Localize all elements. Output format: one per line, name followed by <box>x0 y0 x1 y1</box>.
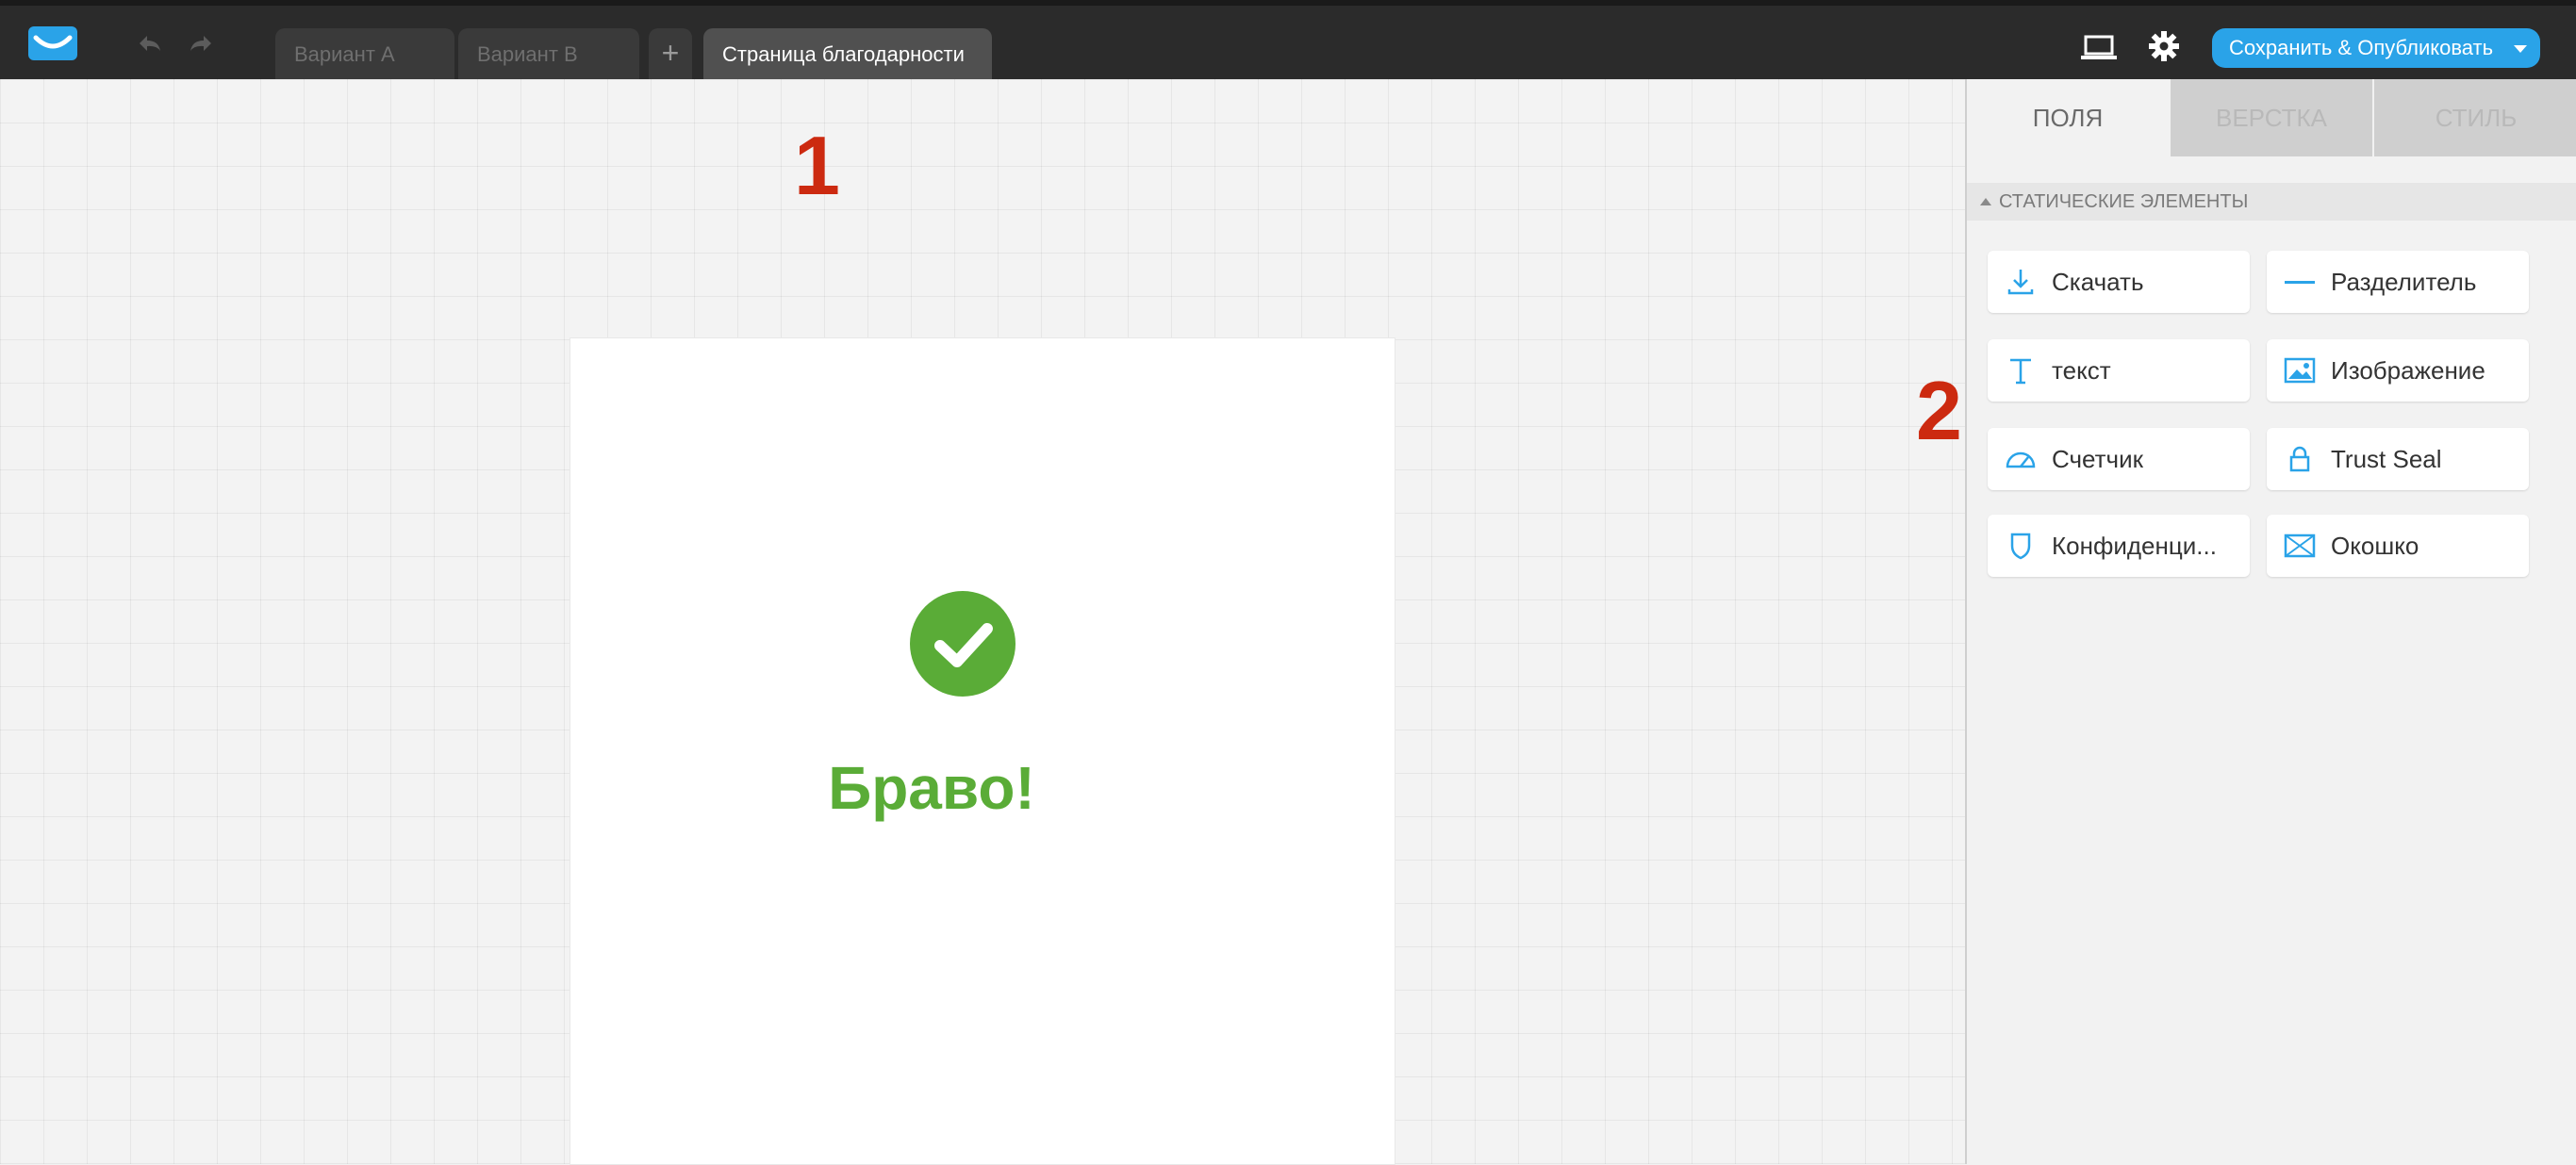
annotation-1: 1 <box>794 119 840 212</box>
element-label: текст <box>2052 356 2111 385</box>
lock-icon <box>2289 446 2310 472</box>
save-publish-button[interactable]: Сохранить & Опубликовать <box>2212 28 2540 68</box>
tab-style[interactable]: СТИЛЬ <box>2374 79 2576 156</box>
editor-canvas: Браво! <box>0 79 1965 1165</box>
element-privacy-button[interactable]: Конфиденци... <box>1988 515 2250 577</box>
add-tab-button[interactable]: + <box>649 28 692 79</box>
tab-thank-you-page[interactable]: Страница благодарности <box>703 28 992 79</box>
text-icon <box>2010 358 2031 385</box>
envelope-icon <box>2284 533 2316 558</box>
chevron-down-icon[interactable] <box>2514 45 2527 53</box>
element-divider-button[interactable]: Разделитель <box>2267 251 2529 313</box>
right-panel: ПОЛЯ ВЕРСТКА СТИЛЬ СТАТИЧЕСКИЕ ЭЛЕМЕНТЫ … <box>1965 79 2576 1164</box>
gear-icon[interactable] <box>2148 30 2180 62</box>
annotation-2: 2 <box>1916 364 1962 457</box>
success-heading[interactable]: Браво! <box>520 753 1344 823</box>
checkmark-icon <box>910 591 1016 697</box>
gauge-icon <box>2006 451 2036 468</box>
element-label: Разделитель <box>2331 268 2477 296</box>
tab-variant-a[interactable]: Вариант A <box>275 28 454 79</box>
download-icon <box>2007 270 2034 295</box>
element-popup-button[interactable]: Окошко <box>2267 515 2529 577</box>
save-publish-label: Сохранить & Опубликовать <box>2229 36 2494 59</box>
element-download-button[interactable]: Скачать <box>1988 251 2250 313</box>
thank-you-page-card[interactable]: Браво! <box>570 337 1395 1165</box>
element-image-button[interactable]: Изображение <box>2267 339 2529 402</box>
element-text-button[interactable]: текст <box>1988 339 2250 402</box>
undo-icon[interactable] <box>136 32 164 55</box>
element-label: Trust Seal <box>2331 445 2442 473</box>
shield-icon <box>2010 533 2031 560</box>
divider-icon <box>2285 281 2315 284</box>
element-label: Изображение <box>2331 356 2485 385</box>
tab-layout[interactable]: ВЕРСТКА <box>2171 79 2372 156</box>
element-label: Счетчик <box>2052 445 2143 473</box>
section-title: СТАТИЧЕСКИЕ ЭЛЕМЕНТЫ <box>1999 191 2249 212</box>
tab-fields[interactable]: ПОЛЯ <box>1967 79 2169 156</box>
top-toolbar: Вариант A Вариант B + Страница благодарн… <box>0 0 2576 79</box>
element-label: Скачать <box>2052 268 2144 296</box>
element-label: Конфиденци... <box>2052 532 2217 560</box>
static-elements-section-header[interactable]: СТАТИЧЕСКИЕ ЭЛЕМЕНТЫ <box>1967 183 2576 221</box>
element-counter-button[interactable]: Счетчик <box>1988 428 2250 490</box>
tab-variant-b[interactable]: Вариант B <box>458 28 639 79</box>
logo-icon[interactable] <box>26 25 79 62</box>
laptop-icon[interactable] <box>2080 34 2118 62</box>
image-icon <box>2284 357 2316 384</box>
element-trust-seal-button[interactable]: Trust Seal <box>2267 428 2529 490</box>
redo-icon[interactable] <box>187 32 215 55</box>
collapse-triangle-icon <box>1980 198 1991 205</box>
element-label: Окошко <box>2331 532 2419 560</box>
